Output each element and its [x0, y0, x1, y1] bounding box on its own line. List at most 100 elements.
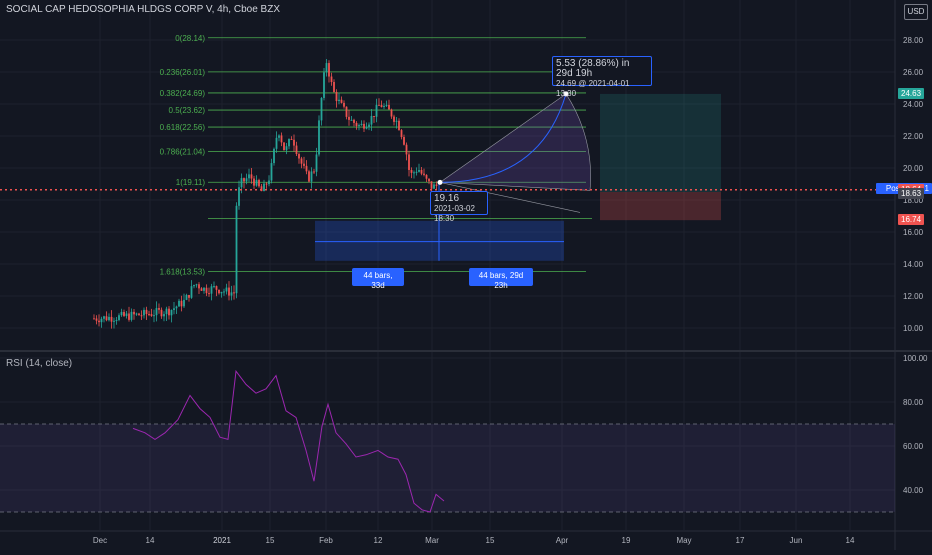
time-tick-6: Mar: [425, 536, 439, 545]
candle-body: [435, 184, 438, 187]
candle-body: [385, 104, 388, 106]
bars-right-label-line-0: 44 bars, 29d 23h: [478, 271, 524, 290]
candle-body: [228, 287, 230, 296]
candle-body: [398, 120, 400, 131]
bars-range-right: [439, 220, 564, 261]
candle-body: [308, 171, 310, 182]
candle-body: [178, 300, 180, 307]
candle-body: [133, 311, 135, 315]
candle-body: [130, 311, 133, 320]
projection-fan: [439, 93, 591, 191]
chart-stage[interactable]: 0(28.14) 0.236(26.01) 0.382(24.69) 0.5(23.6…: [0, 0, 932, 550]
candle-body: [350, 119, 353, 121]
anchor-label-line-1: 2021-03-02 18:30: [434, 204, 475, 223]
rsi-band: [0, 424, 895, 512]
candle-body: [160, 309, 163, 317]
candle-body: [403, 137, 405, 145]
candle-body: [323, 72, 325, 98]
candle-body: [410, 169, 413, 173]
candle-body: [400, 130, 403, 138]
candle-body: [380, 104, 383, 108]
candle-body: [245, 178, 248, 182]
projection-label-line-1: 24.69 @ 2021-04-01 13:30: [556, 79, 630, 98]
candle-body: [280, 135, 283, 143]
time-tick-2: 2021: [213, 536, 231, 545]
candle-body: [428, 178, 430, 182]
candle-body: [265, 183, 268, 185]
candle-body: [360, 123, 363, 126]
candle-body: [240, 178, 243, 188]
candle-body: [215, 286, 218, 290]
time-tick-11: 17: [736, 536, 745, 545]
candle-body: [213, 286, 215, 288]
candle-body: [295, 145, 298, 155]
candle-body: [325, 63, 328, 73]
candle-body: [405, 144, 408, 155]
candle-body: [393, 116, 395, 122]
projection-anchor-point: [437, 179, 443, 185]
price-tick-2: 24.00: [903, 100, 924, 109]
candle-body: [268, 180, 270, 185]
price-tick-8: 12.00: [903, 292, 924, 301]
candle-body: [163, 314, 165, 317]
price-tag-3: 18.63: [898, 187, 925, 199]
candle-body: [318, 120, 320, 155]
candle-body: [273, 148, 275, 164]
candle-body: [375, 104, 378, 117]
candle-body: [338, 99, 340, 102]
candle-body: [173, 308, 175, 311]
candle-body: [395, 120, 398, 122]
candle-body: [223, 291, 225, 293]
time-tick-1: 14: [146, 536, 155, 545]
time-tick-8: Apr: [556, 536, 569, 545]
candle-body: [298, 154, 300, 159]
candle-body: [343, 102, 345, 107]
candle-body: [423, 173, 425, 175]
candle-body: [200, 288, 203, 291]
candle-body: [330, 76, 333, 83]
candle-body: [250, 174, 253, 179]
candle-body: [383, 105, 385, 108]
candle-body: [203, 287, 205, 291]
candle-body: [333, 82, 335, 92]
rsi-title: RSI (14, close): [6, 358, 73, 369]
candle-body: [155, 308, 158, 316]
time-tick-10: May: [676, 536, 691, 545]
candle-body: [100, 318, 103, 323]
candle-body: [140, 315, 143, 317]
candle-body: [378, 104, 380, 106]
candle-body: [248, 174, 250, 179]
candle-body: [153, 315, 155, 317]
candle-body: [413, 172, 415, 174]
long-position-target-zone: [600, 93, 721, 192]
candle-body: [175, 306, 178, 309]
candle-body: [243, 178, 245, 182]
candle-body: [420, 169, 423, 174]
fib-label-6: 1(19.11): [176, 178, 206, 187]
candle-body: [218, 289, 220, 294]
candle-body: [293, 139, 295, 146]
candle-body: [328, 63, 330, 77]
candle-body: [388, 104, 390, 110]
anchor-label: 19.16 2021-03-02 18:30: [430, 191, 488, 223]
candle-body: [433, 184, 435, 189]
fib-label-4: 0.618(22.56): [160, 123, 206, 132]
chart-svg[interactable]: 0(28.14) 0.236(26.01) 0.382(24.69) 0.5(23.6…: [0, 0, 932, 550]
candle-body: [180, 300, 183, 307]
rsi-tick-1: 80.00: [903, 398, 924, 407]
time-tick-13: 14: [846, 536, 855, 545]
rsi-tick-0: 100.00: [903, 354, 928, 363]
candle-body: [210, 286, 213, 294]
fib-label-2: 0.382(24.69): [160, 89, 206, 98]
price-tick-1: 26.00: [903, 68, 924, 77]
candle-body: [310, 171, 313, 182]
fib-label-1: 0.236(26.01): [160, 68, 206, 77]
currency-button[interactable]: USD: [904, 4, 928, 20]
candle-body: [93, 318, 95, 320]
candle-body: [205, 287, 208, 294]
candle-body: [193, 285, 195, 287]
candle-body: [290, 139, 293, 141]
candle-body: [95, 318, 98, 321]
candle-body: [418, 169, 420, 172]
candle-body: [358, 125, 360, 127]
